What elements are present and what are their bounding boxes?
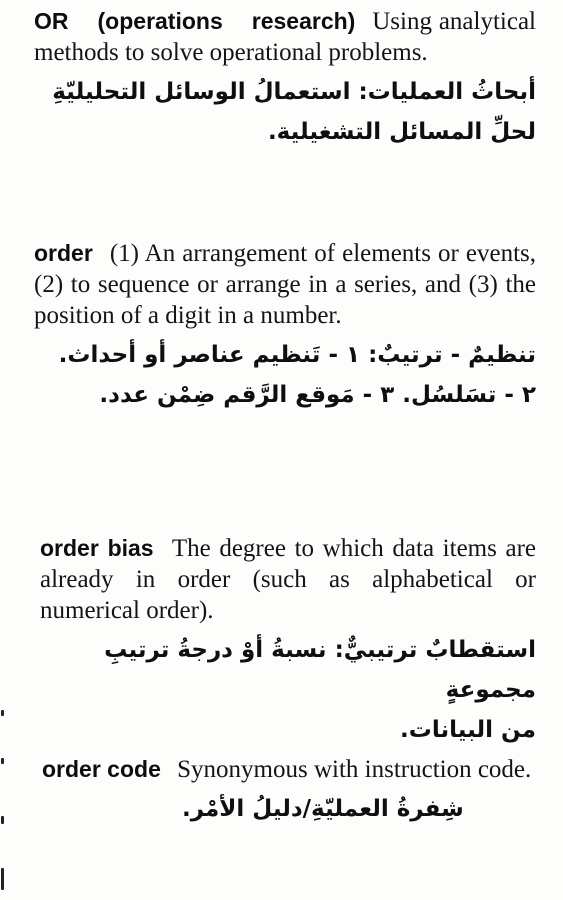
arabic-line: استقطابٌ ترتيبيٌّ: نسبةُ أوْ درجةُ ترتيب… xyxy=(104,637,536,703)
entry-or: OR (operations research) Using analytica… xyxy=(34,6,536,152)
entry-order: order (1) An arrangement of elements or … xyxy=(34,238,536,415)
arabic-line: لحلِّ المسائل التشغيلية. xyxy=(267,119,536,145)
arabic-line: من البيانات. xyxy=(399,717,536,743)
margin-mark xyxy=(1,758,4,764)
arabic-line: شِفرةُ العمليّةِ/دليلُ الأمْر. xyxy=(182,796,464,822)
entry-order-bias: order bias The degree to which data item… xyxy=(40,533,536,750)
arabic-line: ٢ - تسَلسُل. ٣ - مَوقع الرَّقم ضِمْن عدد… xyxy=(99,382,536,408)
entry-term: order code xyxy=(42,756,161,782)
entry-definition-text: Synonymous with instruction code. xyxy=(177,756,532,783)
entry-english-definition: order (1) An arrangement of elements or … xyxy=(34,238,536,331)
entry-definition-text: (1) An arrangement of elements or events… xyxy=(34,240,536,329)
margin-mark xyxy=(1,710,4,716)
entry-term: order bias xyxy=(40,535,154,561)
entry-order-code: order code Synonymous with instruction c… xyxy=(42,754,536,829)
entry-arabic-definition: شِفرةُ العمليّةِ/دليلُ الأمْر. xyxy=(42,789,536,829)
dictionary-page: OR (operations research) Using analytica… xyxy=(0,0,563,900)
arabic-line: أبحاثُ العمليات: استعمالُ الوسائل التحلي… xyxy=(52,79,536,105)
margin-mark xyxy=(1,868,4,890)
entry-english-definition: OR (operations research) Using analytica… xyxy=(34,6,536,68)
entry-english-definition: order bias The degree to which data item… xyxy=(40,533,536,626)
entry-arabic-definition: أبحاثُ العمليات: استعمالُ الوسائل التحلي… xyxy=(34,72,536,152)
entry-english-definition: order code Synonymous with instruction c… xyxy=(42,754,536,785)
scan-margin-marks xyxy=(0,700,8,900)
margin-mark xyxy=(1,816,4,824)
entry-arabic-definition: استقطابٌ ترتيبيٌّ: نسبةُ أوْ درجةُ ترتيب… xyxy=(40,630,536,750)
entry-term: OR (operations research) xyxy=(34,8,356,34)
entry-arabic-definition: تنظيمٌ - ترتيبٌ: ١ - تَنظيم عناصر أو أحد… xyxy=(34,335,536,415)
arabic-line: تنظيمٌ - ترتيبٌ: ١ - تَنظيم عناصر أو أحد… xyxy=(58,342,536,368)
entry-term: order xyxy=(34,240,93,266)
